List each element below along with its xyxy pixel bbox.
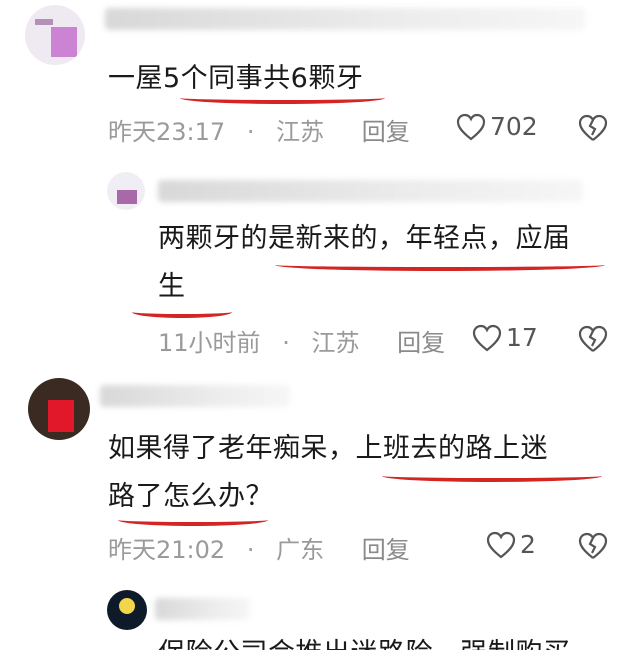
comment-text-line2: 生	[158, 271, 186, 302]
heart-icon	[486, 531, 516, 559]
comment-time: 11小时前	[158, 329, 261, 357]
red-underline	[275, 259, 605, 271]
username-blurred	[155, 598, 250, 620]
username-blurred	[105, 8, 585, 30]
dislike-button[interactable]	[578, 325, 608, 353]
red-underline	[382, 470, 602, 482]
like-button[interactable]: 2	[486, 530, 536, 559]
like-count: 17	[506, 323, 538, 352]
reply-button[interactable]: 回复	[362, 530, 410, 565]
comment-region: 广东	[276, 536, 325, 564]
separator-dot: ·	[282, 329, 290, 357]
red-underline	[118, 514, 268, 526]
comment-text-line1: 如果得了老年痴呆，上班去的路上迷	[108, 433, 548, 464]
like-button[interactable]: 702	[456, 112, 538, 141]
comment-text-partial: 保险公司会推出迷路险，强制购买	[158, 635, 571, 650]
dislike-button[interactable]	[578, 114, 608, 142]
comment-time: 昨天23:17	[108, 118, 226, 146]
separator-dot: ·	[246, 536, 255, 564]
username-blurred	[100, 385, 290, 407]
avatar[interactable]	[107, 172, 145, 210]
avatar[interactable]	[25, 5, 85, 65]
avatar[interactable]	[28, 378, 90, 440]
broken-heart-icon	[578, 532, 608, 560]
comment-text-line1: 两颗牙的是新来的，年轻点，应届	[158, 223, 571, 254]
red-underline	[180, 92, 385, 104]
heart-icon	[472, 324, 502, 352]
comment-meta: 昨天23:17 · 江苏 回复	[108, 112, 410, 147]
avatar[interactable]	[107, 590, 147, 630]
separator-dot: ·	[246, 118, 255, 146]
broken-heart-icon	[578, 325, 608, 353]
broken-heart-icon	[578, 114, 608, 142]
reply-button[interactable]: 回复	[362, 112, 410, 147]
reply-button[interactable]: 回复	[397, 323, 445, 358]
comment-region: 江苏	[276, 118, 325, 146]
dislike-button[interactable]	[578, 532, 608, 560]
comment-meta: 11小时前 · 江苏 回复	[158, 323, 445, 358]
like-count: 702	[490, 112, 538, 141]
heart-icon	[456, 113, 486, 141]
username-blurred	[158, 180, 583, 202]
like-count: 2	[520, 530, 536, 559]
comment-text-line2: 路了怎么办？	[108, 481, 273, 512]
comment-region: 江苏	[311, 329, 360, 357]
comment-time: 昨天21:02	[108, 536, 226, 564]
red-underline	[132, 306, 232, 318]
comment-meta: 昨天21:02 · 广东 回复	[108, 530, 410, 565]
like-button[interactable]: 17	[472, 323, 538, 352]
